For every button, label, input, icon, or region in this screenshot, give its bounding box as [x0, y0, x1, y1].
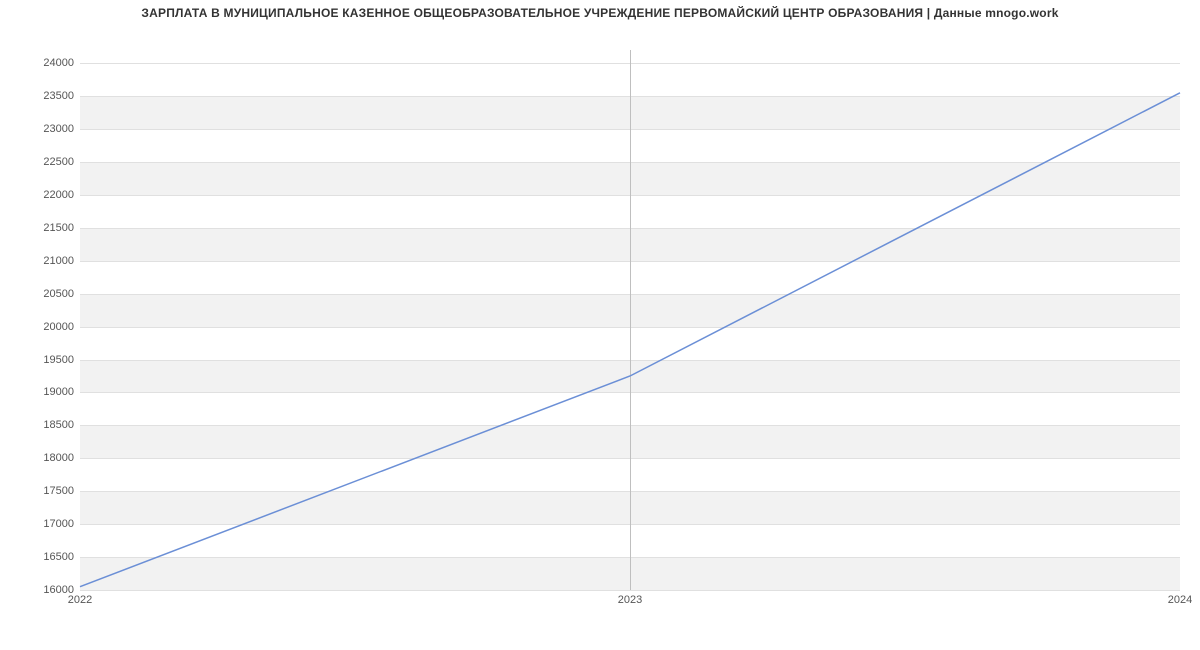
y-tick-label: 20000 [22, 321, 74, 333]
y-tick-label: 22500 [22, 156, 74, 168]
y-tick-label: 17000 [22, 518, 74, 530]
plot-area: 1600016500170001750018000185001900019500… [80, 50, 1180, 591]
x-tick-label: 2022 [50, 594, 110, 606]
y-tick-label: 21000 [22, 255, 74, 267]
y-tick-label: 17500 [22, 485, 74, 497]
y-tick-label: 18500 [22, 419, 74, 431]
y-tick-label: 24000 [22, 57, 74, 69]
y-tick-label: 21500 [22, 222, 74, 234]
y-tick-label: 16500 [22, 551, 74, 563]
data-line [80, 50, 1180, 590]
y-tick-label: 23500 [22, 90, 74, 102]
y-tick-label: 19000 [22, 386, 74, 398]
y-tick-label: 18000 [22, 452, 74, 464]
chart-container: ЗАРПЛАТА В МУНИЦИПАЛЬНОЕ КАЗЕННОЕ ОБЩЕОБ… [0, 0, 1200, 650]
y-gridline [80, 590, 1180, 591]
chart-title: ЗАРПЛАТА В МУНИЦИПАЛЬНОЕ КАЗЕННОЕ ОБЩЕОБ… [0, 6, 1200, 20]
y-tick-label: 22000 [22, 189, 74, 201]
y-tick-label: 23000 [22, 123, 74, 135]
y-tick-label: 20500 [22, 288, 74, 300]
x-tick-label: 2024 [1150, 594, 1200, 606]
y-tick-label: 19500 [22, 354, 74, 366]
x-tick-label: 2023 [600, 594, 660, 606]
